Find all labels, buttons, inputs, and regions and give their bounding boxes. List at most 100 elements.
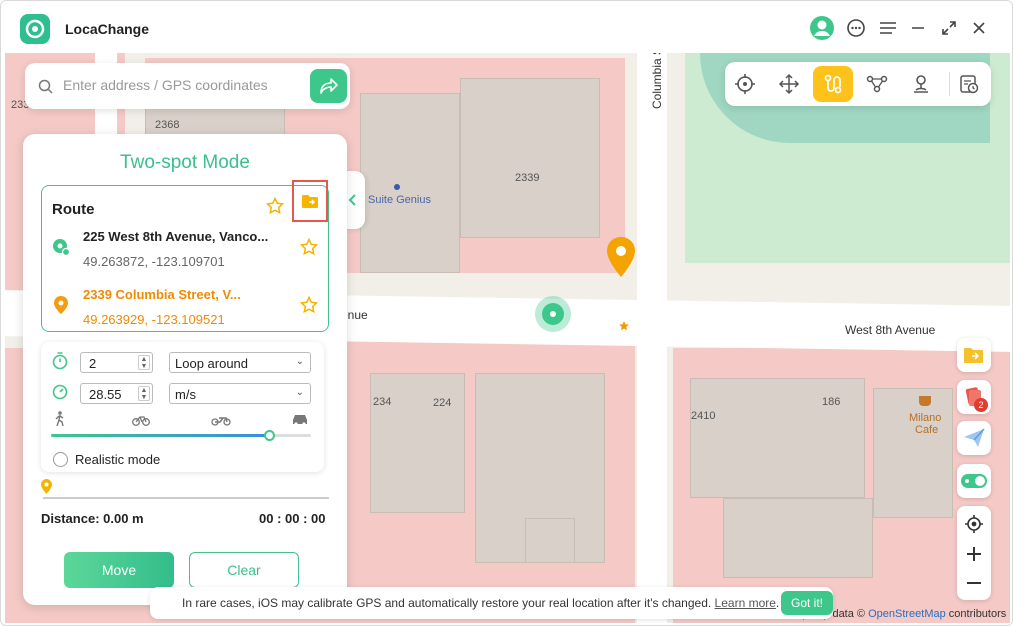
route-panel: Two-spot Mode Route 225 West 8th Avenue,… [23, 134, 347, 605]
joystick-mode-button[interactable] [769, 66, 809, 102]
speed-slider-thumb[interactable] [264, 430, 275, 441]
osm-link[interactable]: OpenStreetMap [868, 608, 946, 620]
chevron-down-icon: ⌄ [295, 356, 304, 367]
zoom-in-button[interactable] [957, 539, 991, 569]
times-value: 2 [89, 356, 97, 371]
progress-start-pin-icon [41, 479, 52, 494]
speed-stepper[interactable]: 28.55 ▲ ▼ [80, 383, 153, 404]
speed-slider[interactable] [51, 430, 311, 441]
favorite-start-star-icon[interactable] [300, 238, 318, 256]
multi-route-icon [866, 75, 888, 93]
stepper-arrows-icon[interactable]: ▲ ▼ [138, 355, 150, 370]
current-location-marker[interactable] [535, 296, 571, 332]
notification-badge: 2 [974, 398, 988, 412]
move-arrows-icon [778, 73, 800, 95]
jump-teleport-button[interactable] [901, 66, 941, 102]
got-it-button[interactable]: Got it! [781, 591, 833, 615]
speed-slider-fill [51, 434, 269, 437]
poi-dot [394, 184, 400, 190]
import-route-button[interactable] [292, 180, 328, 222]
route-icon [824, 74, 842, 94]
history-icon [960, 75, 979, 94]
end-point-icon [54, 296, 68, 314]
speed-unit-select[interactable]: m/s ⌄ [169, 383, 311, 404]
speed-unit-value: m/s [175, 387, 196, 402]
building-number: 2368 [155, 119, 180, 131]
clear-button[interactable]: Clear [189, 552, 299, 588]
share-arrow-icon [319, 78, 338, 94]
person-pin-icon [914, 75, 928, 93]
learn-more-link[interactable]: Learn more [715, 596, 776, 610]
locate-me-button[interactable] [957, 509, 991, 539]
search-input[interactable] [63, 77, 293, 93]
send-location-button[interactable] [957, 421, 991, 455]
maximize-icon[interactable] [938, 17, 960, 39]
folder-icon [302, 195, 318, 208]
times-stepper[interactable]: 2 ▲ ▼ [80, 352, 153, 373]
route-label: Route [52, 201, 95, 218]
loop-mode-select[interactable]: Loop around ⌄ [169, 352, 311, 373]
user-avatar-icon[interactable] [809, 15, 835, 41]
notice-dot: . [775, 596, 780, 610]
two-spot-mode-button[interactable] [813, 66, 853, 102]
chevron-down-icon: ⌄ [295, 387, 304, 398]
minimize-icon[interactable] [907, 17, 929, 39]
poi-label: Suite Genius [368, 194, 431, 206]
end-coords: 49.263929, -123.109521 [83, 312, 225, 327]
plus-icon [967, 547, 981, 561]
zoom-controls [957, 506, 991, 600]
realistic-mode-radio[interactable] [53, 452, 68, 467]
car-icon[interactable] [291, 413, 309, 426]
menu-icon[interactable] [877, 17, 899, 39]
timer-icon [52, 352, 68, 370]
folder-import-icon [964, 348, 983, 363]
app-title: LocaChange [65, 21, 150, 37]
bicycle-icon[interactable] [132, 414, 150, 426]
search-icon [38, 79, 53, 94]
notice-text-wrap: In rare cases, iOS may calibrate GPS and… [182, 596, 779, 610]
building-number: 2410 [691, 410, 716, 422]
poi-label: Milano [909, 412, 942, 424]
zoom-out-button[interactable] [957, 568, 991, 598]
move-button[interactable]: Move [64, 552, 174, 588]
close-icon[interactable] [968, 17, 990, 39]
locate-icon [965, 515, 983, 533]
building-number: 2339 [515, 172, 540, 184]
time-readout: 00 : 00 : 00 [259, 511, 326, 526]
favorite-end-star-icon[interactable] [300, 296, 318, 314]
crosshair-icon [735, 74, 755, 94]
history-button[interactable] [949, 66, 989, 102]
toggle-icon [961, 474, 987, 488]
street-label-west8th: West 8th Avenue [845, 323, 936, 337]
saved-cards-button[interactable]: 2 [957, 380, 991, 414]
destination-pin-icon[interactable] [607, 237, 635, 277]
start-point-icon [53, 239, 70, 256]
start-coords: 49.263872, -123.109701 [83, 254, 225, 269]
attribution-tail: contributors [945, 608, 1007, 620]
start-address: 225 West 8th Avenue, Vanco... [83, 229, 269, 244]
loop-mode-value: Loop around [175, 356, 249, 371]
chevron-left-icon [348, 194, 356, 206]
building-number: 234 [373, 396, 392, 408]
teleport-mode-button[interactable] [725, 66, 765, 102]
street-label-columbia: Columbia S [650, 48, 664, 109]
app-logo-icon [20, 14, 50, 44]
title-bar: LocaChange [1, 1, 1012, 53]
toggle-switch-button[interactable] [957, 464, 991, 498]
chat-icon[interactable] [845, 17, 867, 39]
walk-icon[interactable] [54, 411, 66, 427]
end-address: 2339 Columbia Street, V... [83, 287, 241, 302]
building-number: 186 [822, 396, 841, 408]
multi-spot-mode-button[interactable] [857, 66, 897, 102]
star-poi-icon [617, 319, 631, 333]
speed-icon [52, 384, 68, 400]
realistic-mode-label: Realistic mode [75, 452, 161, 467]
search-go-button[interactable] [310, 69, 347, 103]
panel-title: Two-spot Mode [120, 152, 250, 173]
motorcycle-icon[interactable] [211, 414, 231, 426]
favorite-route-star-icon[interactable] [266, 197, 284, 215]
import-gpx-button[interactable] [957, 338, 991, 372]
stepper-arrows-icon[interactable]: ▲ ▼ [138, 386, 150, 401]
distance-readout: Distance: 0.00 m [41, 511, 144, 526]
cafe-icon [919, 396, 931, 406]
